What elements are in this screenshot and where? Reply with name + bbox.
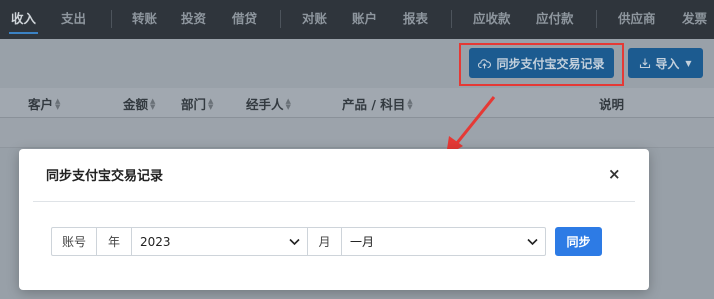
year-value: 2023 <box>140 234 171 249</box>
nav-item-expense[interactable]: 支出 <box>61 0 86 39</box>
month-select[interactable]: 一月 <box>342 227 546 256</box>
year-label: 年 <box>97 227 132 256</box>
column-header-amount[interactable]: 金额 ▲ ▼ <box>123 94 155 113</box>
highlight-annotation <box>459 43 624 86</box>
column-header-department[interactable]: 部门 ▲ ▼ <box>181 94 213 113</box>
column-label: 金额 <box>123 97 149 112</box>
nav-divider <box>280 10 281 28</box>
import-label: 导入 <box>655 56 680 71</box>
nav-item-payable[interactable]: 应付款 <box>536 0 574 39</box>
nav-divider <box>451 10 452 28</box>
dialog-title: 同步支付宝交易记录 <box>46 169 164 184</box>
import-button[interactable]: 导入 ▼ <box>628 48 703 78</box>
table-row <box>0 118 714 148</box>
column-header-customer[interactable]: 客户 ▲ ▼ <box>28 94 60 113</box>
month-value: 一月 <box>350 235 375 249</box>
nav-item-invoice[interactable]: 发票 <box>682 0 707 39</box>
dialog-divider <box>33 201 635 202</box>
chevron-down-icon <box>527 238 538 245</box>
sort-icon: ▲ ▼ <box>285 96 291 111</box>
nav-item-reconcile[interactable]: 对账 <box>302 0 327 39</box>
month-label: 月 <box>308 227 342 256</box>
sync-dialog: 同步支付宝交易记录 × 账号 年 2023 月 一月 同步 <box>19 149 649 290</box>
nav-item-invest[interactable]: 投资 <box>181 0 206 39</box>
nav-item-income[interactable]: 收入 <box>8 0 39 39</box>
column-label: 产品 / 科目 <box>342 97 406 112</box>
nav-item-reports[interactable]: 报表 <box>403 0 428 39</box>
nav-item-receivable[interactable]: 应收款 <box>473 0 511 39</box>
sync-button[interactable]: 同步 <box>555 227 602 256</box>
download-icon <box>640 58 651 69</box>
top-nav: 收入 支出 转账 投资 借贷 对账 账户 报表 应收款 应付款 供应商 发票 <box>0 0 714 39</box>
table-header: 客户 ▲ ▼ 金额 ▲ ▼ 部门 ▲ ▼ 经手人 ▲ ▼ 产品 / 科目 ▲ ▼ 说明 <box>0 88 714 118</box>
sort-icon: ▲ ▼ <box>407 96 413 111</box>
sort-icon: ▲ ▼ <box>150 96 156 111</box>
column-header-product[interactable]: 产品 / 科目 ▲ ▼ <box>342 94 413 113</box>
nav-item-loan[interactable]: 借贷 <box>232 0 257 39</box>
column-label: 部门 <box>181 97 207 112</box>
caret-down-icon: ▼ <box>685 58 692 68</box>
account-label: 账号 <box>51 227 97 256</box>
nav-divider <box>596 10 597 28</box>
nav-item-accounts[interactable]: 账户 <box>352 0 377 39</box>
column-header-description: 说明 <box>599 94 624 113</box>
close-icon[interactable]: × <box>608 165 621 183</box>
nav-item-supplier[interactable]: 供应商 <box>618 0 656 39</box>
column-label: 客户 <box>28 97 54 112</box>
column-header-handler[interactable]: 经手人 ▲ ▼ <box>246 94 291 113</box>
nav-item-transfer[interactable]: 转账 <box>132 0 157 39</box>
sort-icon: ▲ ▼ <box>208 96 214 111</box>
year-select[interactable]: 2023 <box>132 227 308 256</box>
column-label: 说明 <box>599 97 625 112</box>
sync-form-row: 账号 年 2023 月 一月 <box>51 227 546 256</box>
nav-divider <box>111 10 112 28</box>
sort-icon: ▲ ▼ <box>55 96 61 111</box>
column-label: 经手人 <box>246 97 284 112</box>
chevron-down-icon <box>289 238 300 245</box>
